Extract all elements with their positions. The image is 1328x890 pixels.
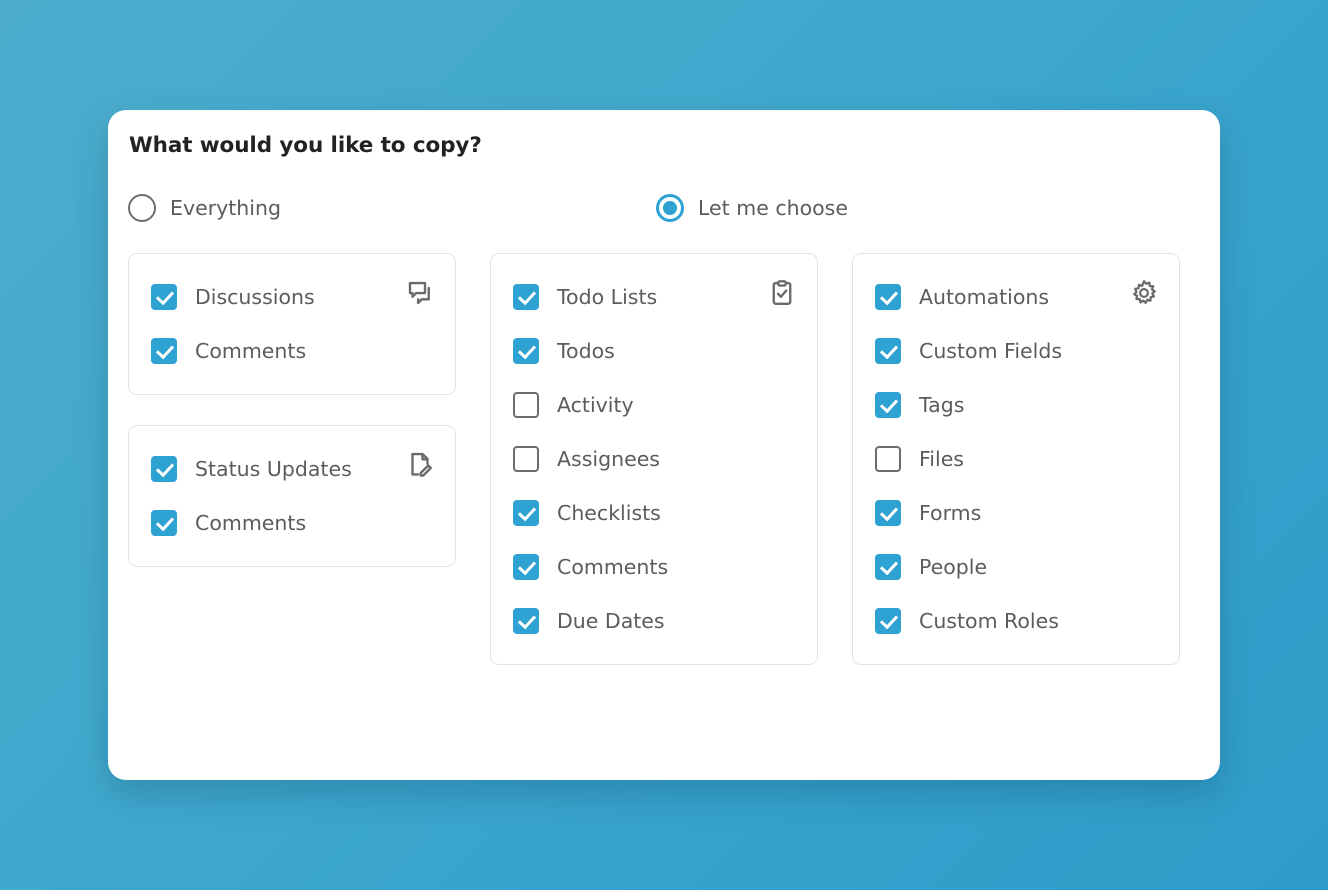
list-item-label: Custom Fields — [919, 339, 1062, 363]
gear-icon — [1129, 278, 1159, 308]
list-item[interactable]: Status Updates — [151, 456, 433, 482]
list-item[interactable]: Todos — [513, 338, 795, 364]
checkbox-status-updates[interactable] — [151, 456, 177, 482]
list-item-label: Discussions — [195, 285, 315, 309]
list-item-label: Files — [919, 447, 964, 471]
column-right: Automations Custom Fields Tags File — [852, 253, 1180, 665]
radio-let-me-choose-mark[interactable] — [656, 194, 684, 222]
checkbox-custom-fields[interactable] — [875, 338, 901, 364]
checkbox-tags[interactable] — [875, 392, 901, 418]
status-updates-group: Status Updates Comments — [128, 425, 456, 567]
list-item-label: Status Updates — [195, 457, 352, 481]
discussion-bubbles-icon — [405, 278, 435, 308]
copy-scope-radio-group: Everything Let me choose — [128, 194, 1198, 228]
checkbox-discussions[interactable] — [151, 284, 177, 310]
checkbox-assignees[interactable] — [513, 446, 539, 472]
list-item[interactable]: Discussions — [151, 284, 433, 310]
checkbox-status-updates-comments[interactable] — [151, 510, 177, 536]
column-left: Discussions Comments — [128, 253, 456, 567]
list-item[interactable]: Activity — [513, 392, 795, 418]
checkbox-forms[interactable] — [875, 500, 901, 526]
list-item-label: Comments — [195, 511, 306, 535]
list-item-label: Due Dates — [557, 609, 665, 633]
list-item[interactable]: Custom Roles — [875, 608, 1157, 634]
list-item-label: Todo Lists — [557, 285, 657, 309]
document-edit-icon — [405, 450, 435, 480]
todo-lists-item-list: Todo Lists Todos Activity Assignees — [513, 284, 795, 634]
radio-let-me-choose-dot — [663, 201, 677, 215]
checkbox-todos[interactable] — [513, 338, 539, 364]
list-item[interactable]: Custom Fields — [875, 338, 1157, 364]
list-item-label: Assignees — [557, 447, 660, 471]
page-title: What would you like to copy? — [129, 133, 482, 158]
list-item[interactable]: Comments — [151, 510, 433, 536]
list-item-label: Todos — [557, 339, 615, 363]
list-item[interactable]: Checklists — [513, 500, 795, 526]
list-item-label: People — [919, 555, 987, 579]
list-item[interactable]: People — [875, 554, 1157, 580]
automations-item-list: Automations Custom Fields Tags File — [875, 284, 1157, 634]
clipboard-check-icon — [767, 278, 797, 308]
checkbox-todo-comments[interactable] — [513, 554, 539, 580]
list-item[interactable]: Comments — [151, 338, 433, 364]
checkbox-activity[interactable] — [513, 392, 539, 418]
option-columns: Discussions Comments — [128, 253, 1200, 665]
checkbox-todo-lists[interactable] — [513, 284, 539, 310]
screen: What would you like to copy? Everything … — [0, 0, 1328, 890]
list-item-label: Activity — [557, 393, 634, 417]
list-item-label: Custom Roles — [919, 609, 1059, 633]
discussions-group: Discussions Comments — [128, 253, 456, 395]
checkbox-files[interactable] — [875, 446, 901, 472]
list-item[interactable]: Automations — [875, 284, 1157, 310]
checkbox-people[interactable] — [875, 554, 901, 580]
radio-let-me-choose-label: Let me choose — [698, 196, 848, 220]
list-item[interactable]: Due Dates — [513, 608, 795, 634]
radio-everything-label: Everything — [170, 196, 281, 220]
list-item-label: Checklists — [557, 501, 661, 525]
list-item[interactable]: Assignees — [513, 446, 795, 472]
discussions-item-list: Discussions Comments — [151, 284, 433, 364]
checkbox-checklists[interactable] — [513, 500, 539, 526]
status-updates-item-list: Status Updates Comments — [151, 456, 433, 536]
todo-lists-group: Todo Lists Todos Activity Assignees — [490, 253, 818, 665]
list-item-label: Comments — [195, 339, 306, 363]
list-item-label: Tags — [919, 393, 964, 417]
list-item[interactable]: Todo Lists — [513, 284, 795, 310]
checkbox-discussions-comments[interactable] — [151, 338, 177, 364]
radio-everything-mark[interactable] — [128, 194, 156, 222]
list-item[interactable]: Tags — [875, 392, 1157, 418]
column-middle: Todo Lists Todos Activity Assignees — [490, 253, 818, 665]
checkbox-due-dates[interactable] — [513, 608, 539, 634]
radio-everything[interactable]: Everything — [128, 194, 281, 222]
list-item-label: Comments — [557, 555, 668, 579]
list-item[interactable]: Files — [875, 446, 1157, 472]
list-item[interactable]: Forms — [875, 500, 1157, 526]
copy-options-dialog: What would you like to copy? Everything … — [108, 110, 1220, 780]
list-item-label: Forms — [919, 501, 981, 525]
checkbox-custom-roles[interactable] — [875, 608, 901, 634]
list-item[interactable]: Comments — [513, 554, 795, 580]
checkbox-automations[interactable] — [875, 284, 901, 310]
automations-group: Automations Custom Fields Tags File — [852, 253, 1180, 665]
radio-let-me-choose[interactable]: Let me choose — [656, 194, 848, 222]
list-item-label: Automations — [919, 285, 1049, 309]
